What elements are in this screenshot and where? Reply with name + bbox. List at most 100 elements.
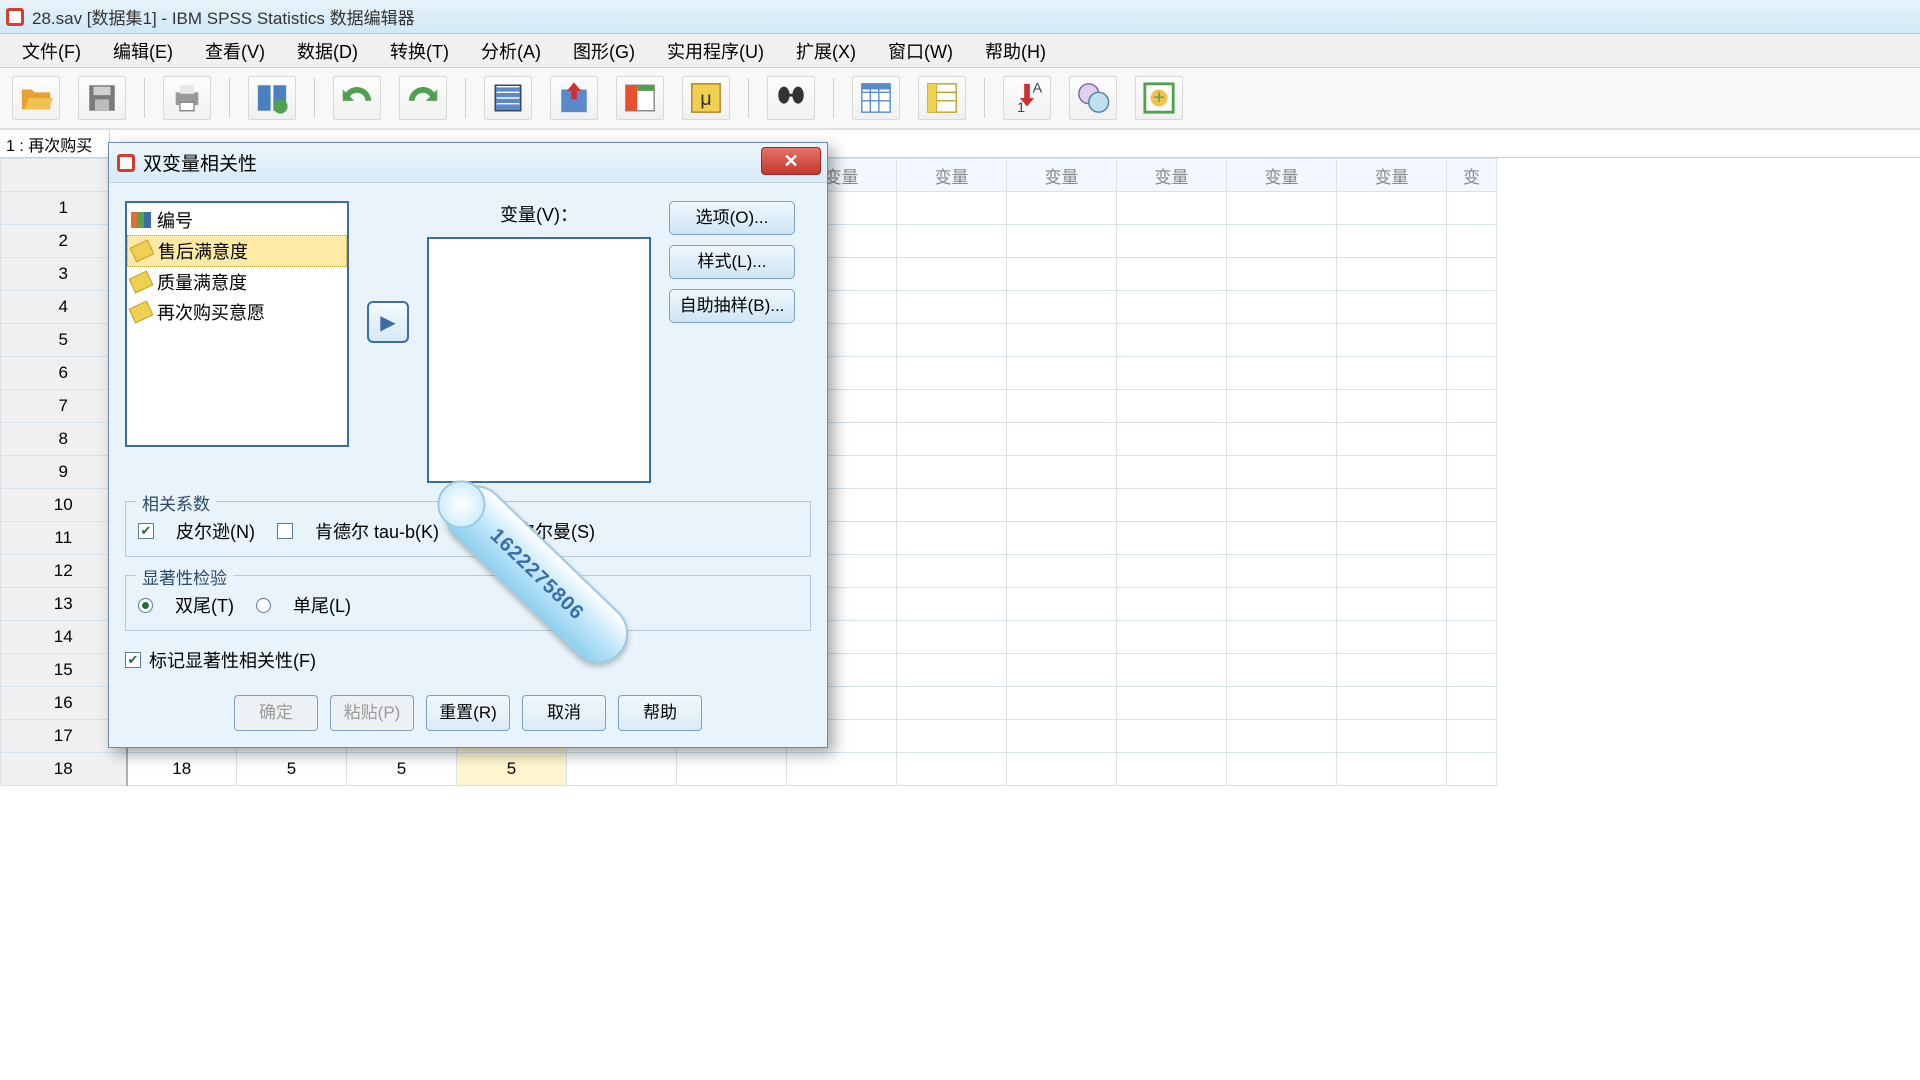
weight-cases-icon[interactable]: [918, 76, 966, 120]
data-cell[interactable]: [1447, 456, 1497, 489]
column-header[interactable]: 变量: [1227, 159, 1337, 192]
move-right-button[interactable]: ▶: [367, 301, 409, 343]
data-cell[interactable]: [897, 423, 1007, 456]
data-cell[interactable]: [1337, 291, 1447, 324]
data-cell[interactable]: [1117, 588, 1227, 621]
data-cell[interactable]: [1117, 291, 1227, 324]
data-cell[interactable]: [1337, 753, 1447, 786]
data-cell[interactable]: [1007, 555, 1117, 588]
target-variables-list[interactable]: [427, 237, 651, 483]
print-icon[interactable]: [163, 76, 211, 120]
data-cell[interactable]: [1007, 192, 1117, 225]
goto-case-icon[interactable]: [484, 76, 532, 120]
split-file-icon[interactable]: [852, 76, 900, 120]
dialog-titlebar[interactable]: 双变量相关性 ✕: [109, 143, 827, 183]
data-cell[interactable]: [897, 357, 1007, 390]
data-cell[interactable]: [1007, 324, 1117, 357]
data-cell[interactable]: [1007, 489, 1117, 522]
source-variables-list[interactable]: 编号售后满意度质量满意度再次购买意愿: [125, 201, 349, 447]
data-cell[interactable]: [1117, 258, 1227, 291]
data-cell[interactable]: [1117, 654, 1227, 687]
data-cell[interactable]: 5: [237, 753, 347, 786]
data-cell[interactable]: [1117, 225, 1227, 258]
data-cell[interactable]: [1227, 588, 1337, 621]
column-header[interactable]: 变量: [1007, 159, 1117, 192]
data-cell[interactable]: [897, 753, 1007, 786]
data-cell[interactable]: [1337, 390, 1447, 423]
data-cell[interactable]: [1337, 522, 1447, 555]
data-cell[interactable]: [897, 654, 1007, 687]
row-header[interactable]: 18: [1, 753, 127, 786]
data-cell[interactable]: [1227, 456, 1337, 489]
menu-transform[interactable]: 转换(T): [374, 34, 465, 68]
data-cell[interactable]: [897, 225, 1007, 258]
data-cell[interactable]: [897, 687, 1007, 720]
data-cell[interactable]: [1227, 192, 1337, 225]
menu-view[interactable]: 查看(V): [189, 34, 281, 68]
data-cell[interactable]: [567, 753, 677, 786]
data-cell[interactable]: [1337, 324, 1447, 357]
data-cell[interactable]: [1447, 489, 1497, 522]
data-cell[interactable]: [1447, 555, 1497, 588]
menu-extensions[interactable]: 扩展(X): [780, 34, 872, 68]
column-header[interactable]: 变: [1447, 159, 1497, 192]
data-cell[interactable]: [1007, 522, 1117, 555]
close-icon[interactable]: ✕: [761, 147, 821, 175]
data-cell[interactable]: [897, 522, 1007, 555]
kendall-checkbox[interactable]: [277, 523, 293, 539]
flag-significant-checkbox[interactable]: ✔: [125, 652, 141, 668]
data-cell[interactable]: [897, 720, 1007, 753]
column-header[interactable]: 变量: [1117, 159, 1227, 192]
one-tailed-radio[interactable]: [256, 598, 271, 613]
use-sets-icon[interactable]: +: [1135, 76, 1183, 120]
data-cell[interactable]: [1227, 720, 1337, 753]
data-cell[interactable]: [897, 456, 1007, 489]
data-cell[interactable]: [897, 192, 1007, 225]
data-cell[interactable]: [1337, 720, 1447, 753]
data-cell[interactable]: [1227, 324, 1337, 357]
data-cell[interactable]: [1007, 225, 1117, 258]
data-cell[interactable]: [1447, 390, 1497, 423]
source-list-item[interactable]: 编号: [127, 205, 347, 235]
data-cell[interactable]: [1227, 621, 1337, 654]
menu-file[interactable]: 文件(F): [6, 34, 97, 68]
data-cell[interactable]: [1227, 687, 1337, 720]
data-cell[interactable]: [1117, 489, 1227, 522]
data-cell[interactable]: [1007, 687, 1117, 720]
data-cell[interactable]: [897, 621, 1007, 654]
data-cell[interactable]: [1227, 357, 1337, 390]
data-cell[interactable]: [1117, 621, 1227, 654]
data-cell[interactable]: [1337, 555, 1447, 588]
pearson-checkbox[interactable]: ✔: [138, 523, 154, 539]
data-cell[interactable]: [1007, 654, 1117, 687]
find-icon[interactable]: [767, 76, 815, 120]
data-cell[interactable]: [1337, 489, 1447, 522]
value-labels-icon[interactable]: [1069, 76, 1117, 120]
select-cases-icon[interactable]: 1A: [1003, 76, 1051, 120]
style-button[interactable]: 样式(L)...: [669, 245, 795, 279]
data-cell[interactable]: [1337, 654, 1447, 687]
data-cell[interactable]: [1117, 192, 1227, 225]
variables-icon[interactable]: [616, 76, 664, 120]
options-button[interactable]: 选项(O)...: [669, 201, 795, 235]
data-cell[interactable]: [1227, 390, 1337, 423]
reset-button[interactable]: 重置(R): [426, 695, 510, 731]
data-cell[interactable]: [1007, 390, 1117, 423]
data-cell[interactable]: [1227, 291, 1337, 324]
data-cell[interactable]: [1447, 621, 1497, 654]
help-button[interactable]: 帮助: [618, 695, 702, 731]
data-cell[interactable]: [1007, 720, 1117, 753]
data-cell[interactable]: [1227, 654, 1337, 687]
menu-graphs[interactable]: 图形(G): [557, 34, 651, 68]
data-cell[interactable]: [1447, 522, 1497, 555]
data-cell[interactable]: 5: [347, 753, 457, 786]
data-cell[interactable]: [1227, 489, 1337, 522]
data-cell[interactable]: [1007, 621, 1117, 654]
data-cell[interactable]: [1447, 291, 1497, 324]
data-cell[interactable]: [897, 324, 1007, 357]
data-cell[interactable]: [1337, 687, 1447, 720]
column-header[interactable]: 变量: [897, 159, 1007, 192]
data-cell[interactable]: [1337, 192, 1447, 225]
data-cell[interactable]: [1337, 423, 1447, 456]
data-cell[interactable]: [897, 588, 1007, 621]
